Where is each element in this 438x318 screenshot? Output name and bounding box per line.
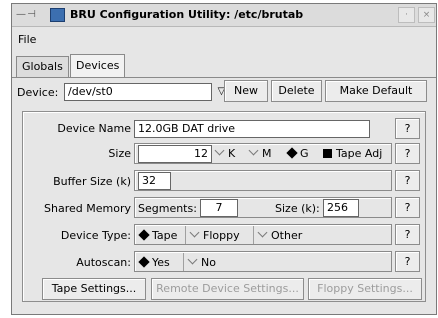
device-type-label: Device Type: <box>60 229 131 242</box>
size-input[interactable]: 12 <box>138 145 212 163</box>
device-type-other-radio[interactable]: Other <box>257 227 303 242</box>
radio-off-icon <box>189 227 200 238</box>
tab-devices[interactable]: Devices <box>70 54 126 78</box>
menu-file[interactable]: File <box>18 33 36 46</box>
size-unit-k-label: K <box>228 147 236 160</box>
device-type-other-label: Other <box>271 229 303 242</box>
device-settings-group: Device Name 12.0GB DAT drive ? Size 12 K… <box>22 111 426 302</box>
device-name-help-button[interactable]: ? <box>395 118 420 139</box>
floppy-settings-button[interactable]: Floppy Settings... <box>308 278 422 300</box>
buffer-size-input[interactable]: 32 <box>138 172 171 190</box>
device-type-floppy-label: Floppy <box>203 229 240 242</box>
size-help-button[interactable]: ? <box>395 143 420 164</box>
remote-device-settings-button[interactable]: Remote Device Settings... <box>151 278 304 300</box>
size-unit-m-label: M <box>262 147 272 160</box>
device-label: Device: <box>17 86 59 99</box>
autoscan-help-button[interactable]: ? <box>395 251 420 272</box>
device-name-input[interactable]: 12.0GB DAT drive <box>134 120 370 138</box>
radio-off-icon <box>187 254 198 265</box>
radio-on-icon <box>138 229 150 241</box>
shared-memory-help-button[interactable]: ? <box>395 197 420 218</box>
size-unit-m-radio[interactable]: M <box>248 145 272 160</box>
app-window: — ⊣ BRU Configuration Utility: /etc/brut… <box>11 3 437 315</box>
tape-adj-label: Tape Adj <box>336 147 383 160</box>
shm-size-input[interactable]: 256 <box>323 199 359 217</box>
radio-on-icon <box>286 147 298 159</box>
autoscan-no-label: No <box>201 256 216 269</box>
autoscan-row <box>134 251 392 272</box>
segments-label: Segments: <box>138 202 197 215</box>
shared-memory-label: Shared Memory <box>44 202 131 215</box>
option-separator <box>183 253 184 271</box>
buffer-size-label: Buffer Size (k) <box>53 175 131 188</box>
buffer-size-help-button[interactable]: ? <box>395 170 420 191</box>
autoscan-yes-radio[interactable]: Yes <box>138 256 170 269</box>
radio-on-icon <box>138 256 150 268</box>
minimize-icon[interactable]: · <box>398 7 415 23</box>
autoscan-label: Autoscan: <box>76 256 131 269</box>
device-type-floppy-radio[interactable]: Floppy <box>189 227 240 242</box>
autoscan-yes-label: Yes <box>152 256 170 269</box>
window-title: BRU Configuration Utility: /etc/brutab <box>70 8 304 21</box>
radio-off-icon <box>214 145 225 156</box>
make-default-button[interactable]: Make Default <box>325 80 427 102</box>
tab-globals[interactable]: Globals <box>16 56 69 78</box>
device-path-input[interactable]: /dev/st0 <box>64 83 212 101</box>
size-unit-g-radio[interactable]: G <box>286 147 309 160</box>
radio-off-icon <box>257 227 268 238</box>
checkbox-checked-icon <box>323 149 332 158</box>
size-unit-g-label: G <box>300 147 309 160</box>
size-unit-k-radio[interactable]: K <box>214 145 236 160</box>
menu-bar: File <box>12 28 436 50</box>
option-separator <box>253 226 254 244</box>
device-type-help-button[interactable]: ? <box>395 224 420 245</box>
device-type-tape-label: Tape <box>152 229 178 242</box>
new-button[interactable]: New <box>224 80 268 102</box>
title-bar[interactable]: — ⊣ BRU Configuration Utility: /etc/brut… <box>12 4 436 27</box>
radio-off-icon <box>248 145 259 156</box>
autoscan-no-radio[interactable]: No <box>187 254 216 269</box>
buffer-size-row <box>134 170 392 191</box>
tape-adj-checkbox[interactable]: Tape Adj <box>323 147 382 160</box>
tab-divider <box>12 77 436 78</box>
device-name-label: Device Name <box>57 122 131 135</box>
close-icon[interactable]: × <box>418 7 435 23</box>
segments-input[interactable]: 7 <box>200 199 238 217</box>
delete-button[interactable]: Delete <box>271 80 322 102</box>
device-type-tape-radio[interactable]: Tape <box>138 229 178 242</box>
window-menu-icon[interactable]: — ⊣ <box>16 9 36 20</box>
app-icon <box>50 8 65 22</box>
tape-settings-button[interactable]: Tape Settings... <box>42 278 146 300</box>
option-separator <box>185 226 186 244</box>
size-label: Size <box>108 147 131 160</box>
shm-size-label: Size (k): <box>275 202 320 215</box>
